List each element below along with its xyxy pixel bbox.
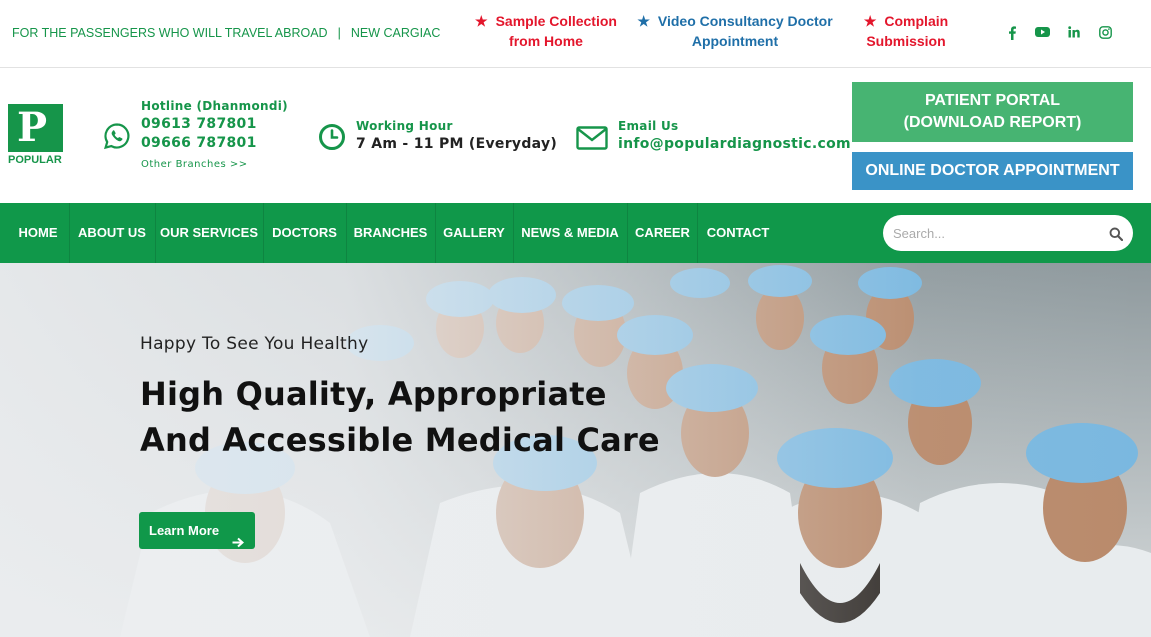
clock-icon [318,123,346,155]
nav-item-home[interactable]: HOME [8,203,68,263]
ticker-item[interactable]: FOR THE PASSENGERS WHO WILL TRAVEL ABROA… [12,26,328,40]
nav-item-career[interactable]: CAREER [628,203,697,263]
whatsapp-icon [103,122,131,154]
email-link[interactable]: info@populardiagnostic.com [618,135,851,154]
nav-item-gallery[interactable]: GALLERY [436,203,512,263]
button-label: PATIENT PORTAL [924,92,1061,109]
complain-submission-link[interactable]: ★ Complain Submission [858,11,954,51]
nav-item-contact[interactable]: CONTACT [698,203,778,263]
nav-item-news-media[interactable]: NEWS & MEDIA [514,203,626,263]
quick-link-label: Complain [884,13,949,29]
quick-link-label: from Home [509,33,583,49]
logo-mark: P [8,104,63,152]
nav-item-our-services[interactable]: OUR SERVICES [156,203,262,263]
star-icon: ★ [475,13,488,29]
hero-banner: Happy To See You Healthy High Quality, A… [0,263,1151,637]
star-icon: ★ [863,13,877,29]
news-ticker[interactable]: FOR THE PASSENGERS WHO WILL TRAVEL ABROA… [12,26,442,40]
working-hour-block: Working Hour 7 Am - 11 PM (Everyday) [356,119,557,154]
button-label: Learn More [149,523,220,538]
other-branches-link[interactable]: Other Branches >> [141,159,288,170]
patient-portal-button[interactable]: PATIENT PORTAL (DOWNLOAD REPORT) [852,82,1133,142]
search-input[interactable] [893,223,1093,243]
email-block: Email Us info@populardiagnostic.com [618,119,851,154]
search-icon[interactable] [1109,226,1124,245]
top-bar: FOR THE PASSENGERS WHO WILL TRAVEL ABROA… [0,0,1151,68]
search-box [883,215,1133,251]
hero-title-line: High Quality, Appropriate [140,375,607,413]
youtube-icon[interactable] [1035,26,1050,38]
arrow-right-icon [232,525,245,562]
button-label: (DOWNLOAD REPORT) [903,114,1082,131]
email-label: Email Us [618,119,679,133]
video-consultancy-link[interactable]: ★ Video Consultancy Doctor Appointment [636,11,834,51]
popular-logo[interactable]: P POPULAR [8,104,64,166]
learn-more-button[interactable]: Learn More [139,512,255,549]
quick-link-label: Submission [866,33,946,49]
quick-link-label: Sample Collection [495,13,617,29]
nav-item-doctors[interactable]: DOCTORS [264,203,345,263]
hotline-number[interactable]: 09666 787801 [141,134,288,153]
working-hour-value: 7 Am - 11 PM (Everyday) [356,136,558,152]
quick-link-label: Appointment [691,33,779,49]
hero-title-line: And Accessible Medical Care [140,421,660,459]
nav-item-branches[interactable]: BRANCHES [347,203,434,263]
hotline-block: Hotline (Dhanmondi) 09613 787801 09666 7… [141,99,288,170]
envelope-icon [576,126,608,154]
online-doctor-appointment-button[interactable]: ONLINE DOCTOR APPOINTMENT [852,152,1133,190]
logo-text: POPULAR [8,154,62,166]
linkedin-icon[interactable] [1068,26,1080,38]
star-icon: ★ [637,13,650,29]
facebook-icon[interactable] [1007,26,1017,40]
instagram-icon[interactable] [1099,26,1112,39]
nav-item-about-us[interactable]: ABOUT US [70,203,154,263]
ticker-separator: | [337,26,341,40]
ticker-item[interactable]: NEW CARGIAC MRI M [351,26,442,40]
logo-letter: P [17,104,48,151]
hero-title: High Quality, Appropriate And Accessible… [140,371,660,463]
working-hour-label: Working Hour [356,119,453,133]
sample-collection-link[interactable]: ★ Sample Collection from Home [472,11,620,51]
hotline-label: Hotline (Dhanmondi) [141,99,288,113]
quick-link-label: Video Consultancy Doctor [657,13,833,29]
hero-tagline: Happy To See You Healthy [140,334,369,354]
hotline-number[interactable]: 09613 787801 [141,115,288,134]
